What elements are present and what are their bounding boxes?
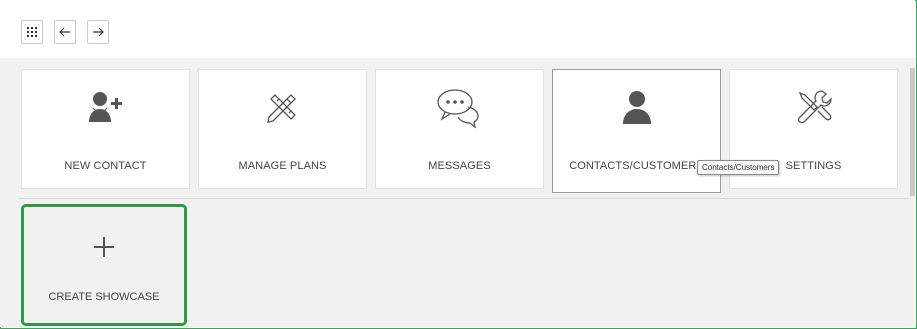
arrow-right-icon bbox=[93, 27, 104, 37]
tile-manage-plans[interactable]: MANAGE PLANS bbox=[198, 69, 367, 189]
tooltip: Contacts/Customers bbox=[697, 160, 780, 175]
chat-bubbles-icon bbox=[376, 84, 543, 130]
create-showcase-button[interactable]: CREATE SHOWCASE bbox=[21, 204, 187, 326]
workspace: NEW CONTACT MANAGE PLANS MESSAGES CONTAC… bbox=[0, 58, 915, 327]
tile-messages[interactable]: MESSAGES bbox=[375, 69, 544, 189]
apps-grid-button[interactable] bbox=[21, 20, 43, 44]
tile-label: MESSAGES bbox=[428, 160, 491, 172]
add-person-icon bbox=[22, 84, 189, 130]
toolbar bbox=[0, 0, 915, 58]
tile-label: MANAGE PLANS bbox=[238, 160, 327, 172]
arrow-left-icon bbox=[59, 27, 70, 37]
forward-button[interactable] bbox=[87, 20, 109, 44]
scrollbar[interactable] bbox=[910, 68, 915, 196]
grid-icon bbox=[27, 27, 37, 37]
tile-contacts-customers[interactable]: CONTACTS/CUSTOMERS bbox=[552, 69, 721, 193]
tile-label: CREATE SHOWCASE bbox=[48, 291, 160, 303]
back-button[interactable] bbox=[54, 20, 76, 44]
pencil-ruler-icon bbox=[199, 84, 366, 130]
section-divider bbox=[19, 198, 909, 199]
person-icon bbox=[553, 84, 720, 130]
tile-label: NEW CONTACT bbox=[64, 160, 147, 172]
tile-label: CONTACTS/CUSTOMERS bbox=[569, 160, 704, 172]
plus-icon bbox=[24, 227, 184, 267]
tile-new-contact[interactable]: NEW CONTACT bbox=[21, 69, 190, 189]
wrench-screwdriver-icon bbox=[730, 84, 897, 130]
